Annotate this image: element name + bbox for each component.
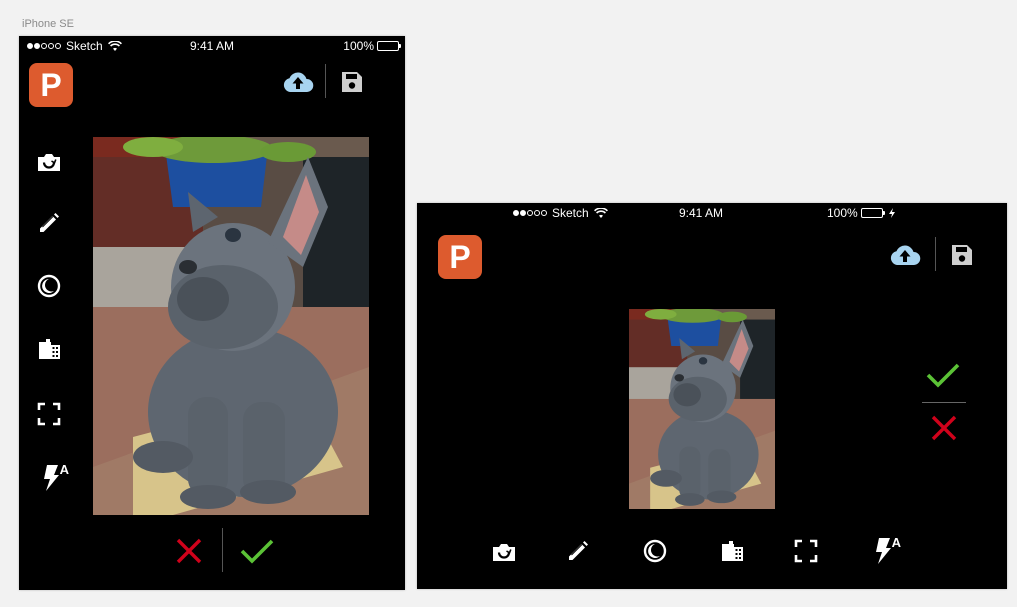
toolbar-divider [935, 237, 936, 271]
crop-frame-icon[interactable] [792, 537, 820, 565]
battery-percent: 100% [343, 39, 374, 53]
exposure-icon[interactable] [35, 272, 63, 300]
carrier-label: Sketch [66, 39, 103, 53]
film-roll-icon[interactable] [35, 335, 63, 363]
artboard-label: iPhone SE [22, 18, 74, 30]
photo-preview [629, 309, 775, 509]
status-time: 9:41 AM [190, 39, 235, 53]
charging-bolt-icon [888, 208, 895, 218]
flash-auto-label: A [59, 462, 69, 477]
save-disk-icon[interactable] [949, 242, 975, 268]
film-roll-icon[interactable] [718, 537, 746, 565]
app-logo[interactable]: P [29, 63, 73, 107]
camera-switch-icon[interactable] [490, 539, 518, 565]
wifi-icon [593, 207, 608, 219]
action-divider [222, 528, 223, 572]
save-disk-icon[interactable] [339, 69, 365, 95]
signal-strength-icon [513, 210, 547, 216]
confirm-check-icon[interactable] [925, 360, 961, 390]
status-bar: Sketch 9:41 AM 100% [19, 36, 405, 56]
battery-percent: 100% [827, 206, 858, 220]
signal-strength-icon [27, 43, 61, 49]
landscape-screen: Sketch 9:41 AM 100% P A [417, 203, 1007, 589]
battery-icon [860, 208, 885, 218]
cancel-x-icon[interactable] [174, 536, 204, 566]
pencil-icon[interactable] [564, 537, 592, 565]
upload-cloud-icon[interactable] [888, 242, 922, 268]
exposure-icon[interactable] [641, 537, 669, 565]
confirm-check-icon[interactable] [239, 536, 275, 566]
pencil-icon[interactable] [35, 209, 63, 237]
action-divider [922, 402, 966, 403]
toolbar-divider [325, 64, 326, 98]
flash-auto-icon[interactable]: A [867, 535, 901, 567]
cancel-x-icon[interactable] [929, 413, 959, 443]
wifi-icon [107, 40, 122, 52]
flash-auto-label: A [891, 535, 901, 550]
portrait-screen: Sketch 9:41 AM 100% P A [19, 36, 405, 590]
battery-icon [377, 41, 401, 51]
crop-frame-icon[interactable] [35, 400, 63, 428]
status-time: 9:41 AM [679, 206, 724, 220]
app-logo[interactable]: P [438, 235, 482, 279]
flash-auto-icon[interactable]: A [35, 462, 69, 494]
status-bar: Sketch 9:41 AM 100% [417, 203, 1007, 223]
carrier-label: Sketch [552, 206, 589, 220]
upload-cloud-icon[interactable] [281, 69, 315, 95]
camera-switch-icon[interactable] [35, 149, 63, 175]
photo-preview [93, 137, 369, 515]
